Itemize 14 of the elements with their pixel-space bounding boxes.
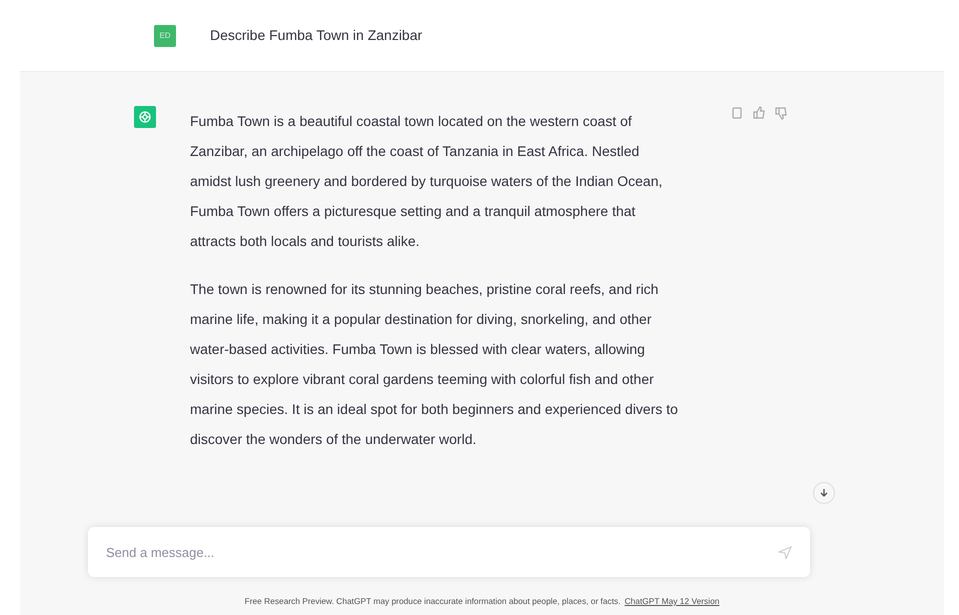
response-paragraph: Fumba Town is a beautiful coastal town located on the western coast of Zanzibar, an archipelago off the coast of Tanzania in East Africa. Nestled amidst lush greenery and bordered by turquoise waters of the Indian Ocean, Fumba Town offers a picturesque setting and a tranquil atmosphere that attracts both locals and tourists alike. xyxy=(190,112,664,251)
send-icon[interactable] xyxy=(778,545,792,559)
copy-icon[interactable] xyxy=(730,106,744,120)
assistant-logo-icon xyxy=(134,106,156,128)
user-avatar: ED xyxy=(154,24,176,46)
scroll-down-button[interactable] xyxy=(813,482,835,504)
version-link[interactable]: ChatGPT May 12 Version xyxy=(624,594,720,608)
user-message: Describe Fumba Town in Zanzibar xyxy=(210,26,422,45)
disclaimer-text: Free Research Preview. ChatGPT may produce inaccurate information about people, places, or facts. xyxy=(244,594,621,608)
thumbs-down-icon[interactable] xyxy=(774,106,788,120)
response-paragraph: The town is renowned for its stunning beaches, pristine coral reefs, and rich marine life, making it a popular destination for diving, snorkeling, and other water-based activities. Fumba Town is blessed with clear waters, allowing visitors to explore vibrant coral gardens teeming with colorful fish and other marine species. It is an ideal spot for both beginners and experienced divers to discover the wonders of the underwater world. xyxy=(190,280,679,449)
arrow-down-icon xyxy=(819,488,829,498)
message-input[interactable]: Send a message... xyxy=(88,527,810,577)
thumbs-up-icon[interactable] xyxy=(752,106,766,120)
